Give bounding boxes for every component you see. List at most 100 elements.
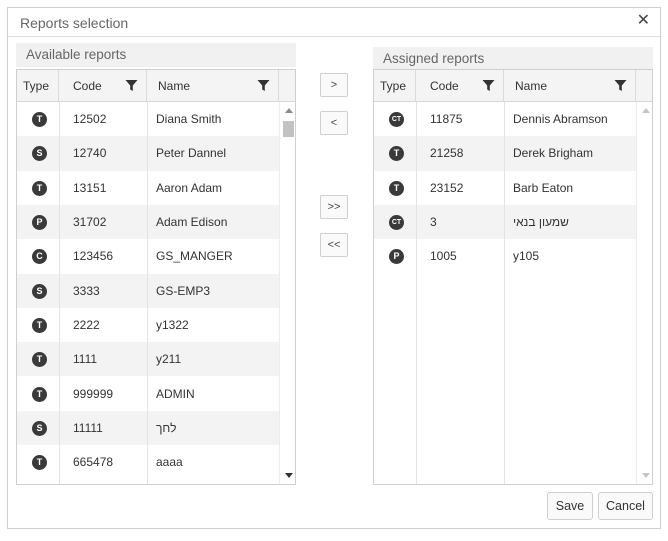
dialog-titlebar: Reports selection ✕ bbox=[8, 8, 660, 37]
name-cell: Aaron Adam bbox=[156, 180, 223, 195]
type-badge-icon: T bbox=[32, 352, 47, 368]
header-code-label: Code bbox=[73, 79, 102, 93]
header-name-label: Name bbox=[158, 79, 191, 93]
table-row[interactable]: C 123456 GS_MANGER bbox=[17, 239, 279, 273]
available-header-code[interactable]: Code bbox=[59, 70, 147, 102]
filter-icon[interactable] bbox=[125, 79, 138, 92]
type-badge-icon: T bbox=[389, 146, 404, 162]
table-row[interactable]: S 11111 לחך bbox=[17, 410, 279, 445]
assigned-reports-grid: Type Code Name CT 11875 Dennis Abramson T 21… bbox=[373, 69, 653, 485]
header-code-label: Code bbox=[430, 79, 459, 93]
code-cell: 3 bbox=[430, 215, 437, 230]
code-cell: 21258 bbox=[430, 146, 464, 161]
assigned-header-type[interactable]: Type bbox=[374, 70, 416, 102]
code-cell: 2222 bbox=[73, 317, 100, 332]
type-badge-icon: P bbox=[389, 249, 404, 265]
available-scrollbar[interactable] bbox=[279, 102, 295, 484]
name-cell: Dennis Abramson bbox=[513, 112, 608, 127]
assigned-grid-header: Type Code Name bbox=[374, 70, 652, 102]
type-badge-icon: CT bbox=[389, 112, 404, 128]
type-badge-icon: T bbox=[32, 386, 47, 402]
code-cell: 11875 bbox=[430, 112, 463, 127]
code-cell: 31702 bbox=[73, 215, 107, 230]
type-badge-icon: T bbox=[32, 455, 47, 471]
save-button[interactable]: Save bbox=[547, 492, 593, 520]
name-cell: ADMIN bbox=[156, 386, 195, 401]
table-row[interactable]: T 1111 y211 bbox=[17, 342, 279, 377]
code-cell: 12502 bbox=[73, 112, 107, 127]
name-cell: Adam Edison bbox=[156, 215, 228, 230]
type-badge-icon: S bbox=[32, 283, 47, 299]
dialog-title: Reports selection bbox=[20, 15, 129, 31]
type-badge-icon: T bbox=[32, 180, 47, 196]
filter-icon[interactable] bbox=[482, 79, 495, 92]
code-cell: 665478 bbox=[73, 455, 114, 470]
name-cell: שמעון בנאי bbox=[513, 215, 569, 230]
table-row[interactable]: T 2222 y1322 bbox=[17, 308, 279, 342]
header-type-label: Type bbox=[23, 79, 50, 93]
available-grid-header: Type Code Name bbox=[17, 70, 295, 102]
name-cell: GS_MANGER bbox=[156, 249, 233, 264]
assigned-reports-title: Assigned reports bbox=[373, 47, 653, 71]
code-cell: 12740 bbox=[73, 146, 107, 161]
name-cell: y211 bbox=[156, 352, 182, 367]
available-reports-grid: Type Code Name T 12502 Diana Smith S 12740 Pe… bbox=[16, 69, 296, 485]
table-row[interactable]: T 13151 Aaron Adam bbox=[17, 171, 279, 205]
assigned-header-name[interactable]: Name bbox=[504, 70, 636, 102]
code-cell: 3333 bbox=[73, 283, 100, 298]
table-row[interactable]: T 12502 Diana Smith bbox=[17, 102, 279, 136]
assigned-header-code[interactable]: Code bbox=[416, 70, 504, 102]
reports-selection-dialog: Reports selection ✕ Available reports Ty… bbox=[7, 7, 661, 529]
cancel-button[interactable]: Cancel bbox=[598, 492, 653, 520]
move-right-button[interactable]: > bbox=[320, 73, 348, 97]
scroll-thumb[interactable] bbox=[283, 121, 294, 137]
scroll-up-icon[interactable] bbox=[642, 108, 650, 113]
table-row[interactable]: T 665478 aaaa bbox=[17, 445, 279, 479]
scroll-down-icon[interactable] bbox=[642, 473, 650, 478]
table-row[interactable]: P 31702 Adam Edison bbox=[17, 204, 279, 240]
filter-icon[interactable] bbox=[614, 79, 627, 92]
table-row[interactable]: P 1005 y105 bbox=[374, 239, 636, 273]
name-cell: aaaa bbox=[156, 455, 183, 470]
column-divider bbox=[504, 102, 505, 484]
move-all-right-button[interactable]: >> bbox=[320, 195, 348, 219]
header-type-label: Type bbox=[380, 79, 407, 93]
code-cell: 23152 bbox=[430, 180, 464, 195]
name-cell: Diana Smith bbox=[156, 112, 222, 127]
available-header-type[interactable]: Type bbox=[17, 70, 59, 102]
move-left-button[interactable]: < bbox=[320, 111, 348, 135]
table-row[interactable]: CT 3 שמעון בנאי bbox=[374, 204, 636, 240]
table-row[interactable]: T 21258 Derek Brigham bbox=[374, 136, 636, 171]
assigned-scrollbar[interactable] bbox=[636, 102, 652, 484]
name-cell: Derek Brigham bbox=[513, 146, 594, 161]
type-badge-icon: T bbox=[389, 180, 404, 196]
table-row[interactable]: CT 11875 Dennis Abramson bbox=[374, 102, 636, 136]
code-cell: 1005 bbox=[430, 249, 457, 264]
type-badge-icon: C bbox=[32, 249, 47, 265]
type-badge-icon: T bbox=[32, 112, 47, 128]
code-cell: 13151 bbox=[73, 180, 107, 195]
available-header-name[interactable]: Name bbox=[147, 70, 279, 102]
scroll-up-icon[interactable] bbox=[285, 108, 293, 113]
name-cell: לחך bbox=[156, 420, 177, 435]
close-icon[interactable]: ✕ bbox=[637, 12, 650, 30]
filter-icon[interactable] bbox=[257, 79, 270, 92]
type-badge-icon: P bbox=[32, 215, 47, 231]
table-row[interactable]: S 12740 Peter Dannel bbox=[17, 136, 279, 171]
move-all-left-button[interactable]: << bbox=[320, 233, 348, 257]
available-reports-title: Available reports bbox=[16, 43, 296, 67]
name-cell: y1322 bbox=[156, 317, 189, 332]
table-row[interactable]: S 3333 GS-EMP3 bbox=[17, 273, 279, 308]
name-cell: Peter Dannel bbox=[156, 146, 227, 161]
type-badge-icon: T bbox=[32, 317, 47, 333]
column-divider bbox=[59, 102, 60, 484]
scroll-down-icon[interactable] bbox=[285, 473, 293, 478]
table-row[interactable]: T 23152 Barb Eaton bbox=[374, 171, 636, 205]
type-badge-icon: S bbox=[32, 420, 47, 436]
available-grid-body: T 12502 Diana Smith S 12740 Peter Dannel T 1315… bbox=[17, 102, 295, 484]
assigned-grid-body: CT 11875 Dennis Abramson T 21258 Derek Brigha… bbox=[374, 102, 652, 484]
table-row[interactable]: T 999999 ADMIN bbox=[17, 376, 279, 410]
column-divider bbox=[416, 102, 417, 484]
code-cell: 123456 bbox=[73, 249, 114, 264]
header-name-label: Name bbox=[515, 79, 548, 93]
